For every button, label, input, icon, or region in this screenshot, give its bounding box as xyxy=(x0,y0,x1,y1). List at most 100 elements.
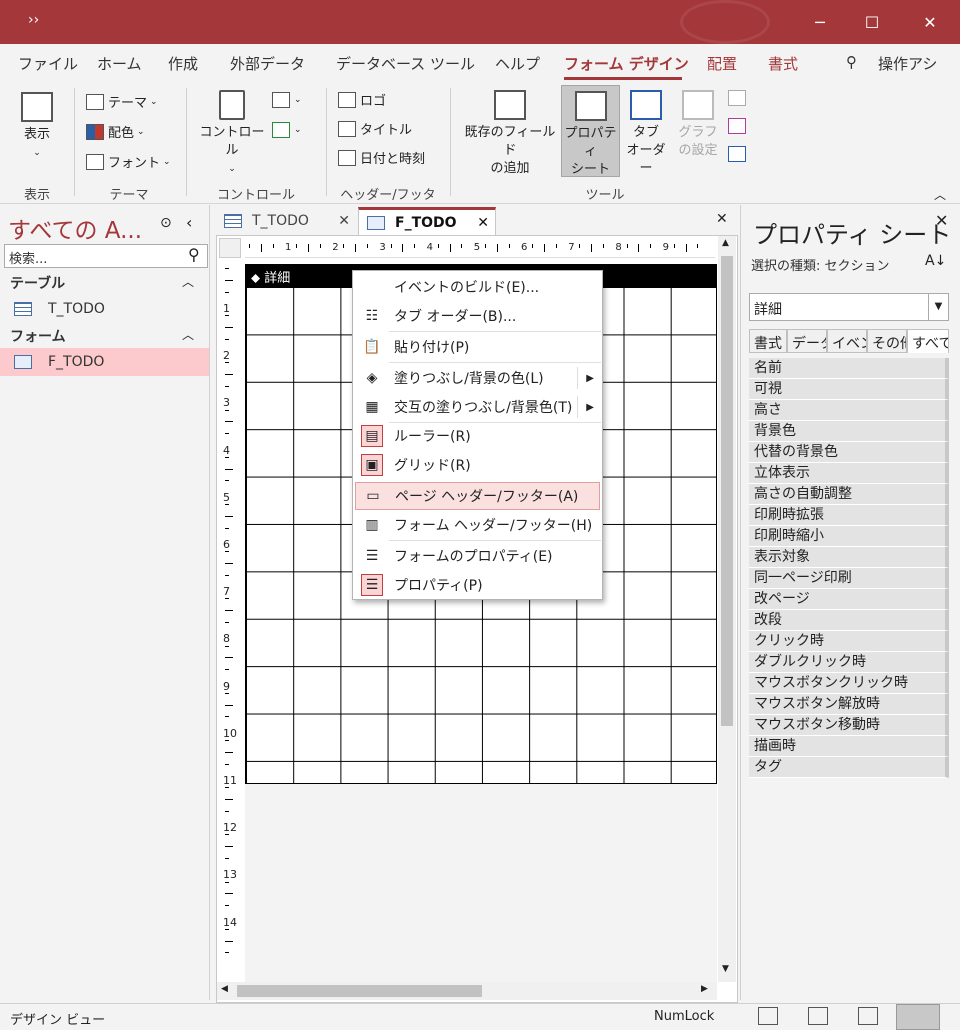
nav-group-forms[interactable]: フォーム xyxy=(10,326,66,346)
quick-access-toolbar-button[interactable]: ›› xyxy=(28,12,39,28)
add-existing-fields-button[interactable]: 既存のフィールド の追加 xyxy=(460,90,560,178)
property-row[interactable]: タグ xyxy=(749,757,949,778)
nav-item-t-todo[interactable]: T_TODO xyxy=(0,295,209,323)
scroll-down-icon[interactable]: ▼ xyxy=(722,964,729,974)
tell-me-label[interactable]: 操作アシ xyxy=(878,53,937,74)
horizontal-scrollbar[interactable]: ◀ ▶ xyxy=(217,982,717,1000)
property-row[interactable]: 改段 xyxy=(749,610,949,631)
scroll-right-icon[interactable]: ▶ xyxy=(701,984,708,994)
property-row[interactable]: 立体表示 xyxy=(749,463,949,484)
tab-order-button[interactable]: タブ オーダー xyxy=(622,90,670,178)
title-button[interactable]: タイトル xyxy=(338,119,412,138)
tab-external-data[interactable]: 外部データ xyxy=(230,53,305,74)
property-row[interactable]: 背景色 xyxy=(749,421,949,442)
menu-item-page-header-footer[interactable]: ▭ ページ ヘッダー/フッター(A) xyxy=(355,482,600,510)
close-icon[interactable]: ✕ xyxy=(477,215,489,231)
property-row[interactable]: 改ページ xyxy=(749,589,949,610)
date-time-button[interactable]: 日付と時刻 xyxy=(338,148,425,167)
property-row[interactable]: ダブルクリック時 xyxy=(749,652,949,673)
menu-item-properties[interactable]: ☰ プロパティ(P) xyxy=(355,571,600,599)
chevron-up-icon[interactable]: ︿ xyxy=(182,273,194,290)
property-sheet-button[interactable]: プロパティ シート xyxy=(561,85,620,177)
scroll-up-icon[interactable]: ▲ xyxy=(722,238,729,248)
property-row[interactable]: マウスボタンクリック時 xyxy=(749,673,949,694)
logo-button[interactable]: ロゴ xyxy=(338,90,386,109)
close-window-button[interactable]: ✕ xyxy=(904,0,956,44)
prop-tab-event[interactable]: イベン xyxy=(827,329,867,353)
property-row[interactable]: 高さの自動調整 xyxy=(749,484,949,505)
property-row[interactable]: マウスボタン解放時 xyxy=(749,694,949,715)
tab-help[interactable]: ヘルプ xyxy=(495,53,540,74)
controls-button[interactable]: コントロール ⌄ xyxy=(196,90,268,178)
menu-item-form-header-footer[interactable]: ▥ フォーム ヘッダー/フッター(H) xyxy=(355,511,600,539)
minimize-button[interactable]: ─ xyxy=(794,0,846,44)
scrollbar-thumb[interactable] xyxy=(721,256,733,726)
subform-button[interactable] xyxy=(728,90,750,106)
doc-tab-f-todo[interactable]: F_TODO ✕ xyxy=(358,207,496,235)
close-icon[interactable]: ✕ xyxy=(338,213,350,229)
menu-item-paste[interactable]: 📋 貼り付け(P) xyxy=(355,333,600,361)
property-row[interactable]: 表示対象 xyxy=(749,547,949,568)
layout-view-icon[interactable] xyxy=(858,1007,878,1025)
theme-button[interactable]: テーマ ⌄ xyxy=(86,92,158,111)
vertical-scrollbar[interactable]: ▲ ▼ xyxy=(718,236,736,982)
menu-item-ruler[interactable]: ▤ ルーラー(R) xyxy=(355,422,600,450)
sort-icon[interactable]: A↓ xyxy=(925,253,946,269)
search-icon[interactable]: ⚲ xyxy=(846,53,857,71)
nav-group-tables[interactable]: テーブル xyxy=(10,273,65,293)
property-row[interactable]: 名前 xyxy=(749,358,949,379)
form-selector[interactable] xyxy=(219,238,241,258)
tab-create[interactable]: 作成 xyxy=(168,53,198,74)
tab-database-tools[interactable]: データベース ツール xyxy=(336,53,475,74)
color-button[interactable]: 配色 ⌄ xyxy=(86,122,145,141)
prop-tab-all[interactable]: すべて xyxy=(907,329,949,353)
menu-item-fill-back-color[interactable]: ◈ 塗りつぶし/背景の色(L) ▶ xyxy=(355,364,600,392)
view-button[interactable]: 表示 ⌄ xyxy=(14,92,60,162)
prop-tab-other[interactable]: その他 xyxy=(867,329,907,353)
nav-pane-title[interactable]: すべての A... xyxy=(8,211,142,245)
property-row[interactable]: クリック時 xyxy=(749,631,949,652)
property-row[interactable]: 印刷時縮小 xyxy=(749,526,949,547)
property-row[interactable]: 印刷時拡張 xyxy=(749,505,949,526)
collapse-nav-icon[interactable]: ‹ xyxy=(186,213,192,232)
tab-form-design[interactable]: フォーム デザイン xyxy=(564,53,689,74)
code-button[interactable] xyxy=(728,118,750,134)
prop-tab-format[interactable]: 書式 xyxy=(749,329,787,353)
nav-menu-icon[interactable]: ⊙ xyxy=(160,215,172,231)
tab-format[interactable]: 書式 xyxy=(768,53,798,74)
menu-item-alternate-fill[interactable]: ▦ 交互の塗りつぶし/背景色(T) ▶ xyxy=(355,393,600,421)
menu-item-tab-order[interactable]: ☷ タブ オーダー(B)... xyxy=(355,302,600,330)
search-icon[interactable]: ⚲ xyxy=(188,245,200,264)
property-row[interactable]: 同一ページ印刷 xyxy=(749,568,949,589)
vertical-ruler[interactable]: 1 2 3 4 5 6 7 8 9 10 11 12 13 14 xyxy=(219,264,241,984)
convert-macros-button[interactable] xyxy=(728,146,750,162)
tab-home[interactable]: ホーム xyxy=(97,53,142,74)
close-document-icon[interactable]: ✕ xyxy=(716,211,728,227)
property-row[interactable]: 描画時 xyxy=(749,736,949,757)
scroll-left-icon[interactable]: ◀ xyxy=(221,984,228,994)
chevron-down-icon[interactable]: ▼ xyxy=(928,294,948,320)
property-row[interactable]: 可視 xyxy=(749,379,949,400)
property-row[interactable]: 高さ xyxy=(749,400,949,421)
tab-arrange[interactable]: 配置 xyxy=(707,53,737,74)
chart-settings-button[interactable]: グラフ の設定 xyxy=(674,90,722,160)
datasheet-view-icon[interactable] xyxy=(808,1007,828,1025)
horizontal-ruler[interactable]: 1 2 3 4 5 6 7 8 9 xyxy=(245,238,715,258)
doc-tab-t-todo[interactable]: T_TODO ✕ xyxy=(216,207,356,235)
selection-dropdown[interactable]: 詳細 ▼ xyxy=(749,293,949,321)
chevron-up-icon[interactable]: ︿ xyxy=(182,326,194,343)
collapse-ribbon-icon[interactable]: ︿ xyxy=(934,186,946,203)
prop-tab-data[interactable]: データ xyxy=(787,329,827,353)
add-control-button[interactable]: ⌄ xyxy=(272,122,302,138)
maximize-button[interactable]: ☐ xyxy=(846,0,898,44)
scrollbar-thumb[interactable] xyxy=(237,985,482,997)
nav-item-f-todo[interactable]: F_TODO xyxy=(0,348,209,376)
close-icon[interactable]: ✕ xyxy=(935,211,948,230)
font-button[interactable]: フォント ⌄ xyxy=(86,152,171,171)
insert-image-button[interactable]: ⌄ xyxy=(272,92,302,108)
menu-item-build-event[interactable]: イベントのビルド(E)... xyxy=(355,273,600,301)
nav-search-input[interactable]: 検索... xyxy=(4,244,208,268)
property-row[interactable]: マウスボタン移動時 xyxy=(749,715,949,736)
menu-item-grid[interactable]: ▣ グリッド(R) xyxy=(355,451,600,479)
menu-item-form-properties[interactable]: ☰ フォームのプロパティ(E) xyxy=(355,542,600,570)
